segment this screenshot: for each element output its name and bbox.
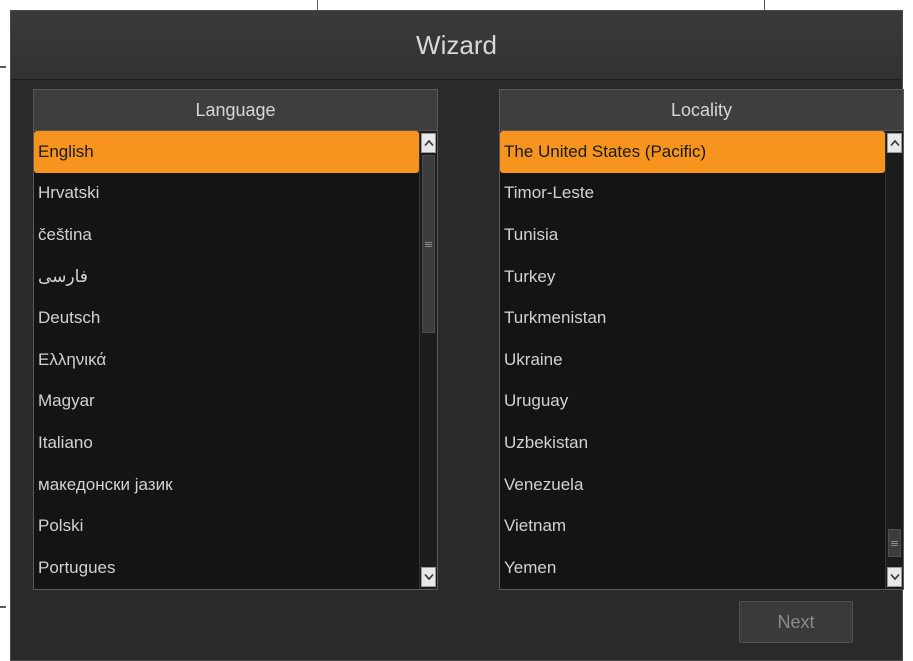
locality-item[interactable]: The United States (Pacific) (500, 131, 885, 173)
edge-mark (0, 66, 6, 68)
locality-header: Locality (500, 90, 903, 131)
locality-item[interactable]: Uruguay (500, 381, 885, 423)
language-item[interactable]: Italiano (34, 422, 419, 464)
language-item[interactable]: English (34, 131, 419, 173)
locality-item[interactable]: Ukraine (500, 339, 885, 381)
locality-item[interactable]: Turkmenistan (500, 297, 885, 339)
scroll-down-button[interactable] (887, 567, 902, 587)
window-title: Wizard (416, 29, 497, 60)
language-item[interactable]: Hrvatski (34, 173, 419, 215)
scroll-up-button[interactable] (887, 133, 902, 153)
language-item[interactable]: Portugues (34, 547, 419, 589)
language-item[interactable]: فارسی (34, 256, 419, 298)
locality-item[interactable]: Venezuela (500, 464, 885, 506)
edge-mark (0, 606, 6, 608)
locality-item[interactable]: Turkey (500, 256, 885, 298)
language-item[interactable]: Deutsch (34, 297, 419, 339)
language-list[interactable]: English Hrvatski čeština فارسی Deutsch Ε… (34, 131, 419, 589)
chevron-down-icon (889, 573, 900, 581)
locality-item[interactable]: Uzbekistan (500, 422, 885, 464)
locality-panel: Locality The United States (Pacific) Tim… (499, 89, 904, 590)
next-button[interactable]: Next (739, 601, 853, 643)
language-item[interactable]: Magyar (34, 381, 419, 423)
chevron-down-icon (423, 573, 434, 581)
locality-list[interactable]: The United States (Pacific) Timor-Leste … (500, 131, 885, 589)
language-item[interactable]: Polski (34, 505, 419, 547)
language-item[interactable]: čeština (34, 214, 419, 256)
grip-lines-icon (891, 540, 898, 546)
chevron-up-icon (889, 139, 900, 147)
locality-item[interactable]: Timor-Leste (500, 173, 885, 215)
chevron-up-icon (423, 139, 434, 147)
locality-item[interactable]: Tunisia (500, 214, 885, 256)
locality-scrollbar[interactable] (885, 131, 903, 589)
scroll-thumb[interactable] (888, 529, 901, 557)
language-item[interactable]: Ελληνικά (34, 339, 419, 381)
wizard-window: Wizard Language English Hrvatski čeština… (10, 10, 904, 661)
title-bar: Wizard (11, 11, 902, 80)
language-item[interactable]: македонски јазик (34, 464, 419, 506)
edge-mark (764, 0, 765, 10)
grip-lines-icon (425, 241, 432, 247)
language-scrollbar[interactable] (419, 131, 437, 589)
scroll-up-button[interactable] (421, 133, 436, 153)
scroll-thumb[interactable] (422, 155, 435, 333)
locality-item[interactable]: Vietnam (500, 505, 885, 547)
language-panel: Language English Hrvatski čeština فارسی … (33, 89, 438, 590)
edge-mark (317, 0, 318, 10)
language-header: Language (34, 90, 437, 131)
scroll-down-button[interactable] (421, 567, 436, 587)
locality-item[interactable]: Yemen (500, 547, 885, 589)
